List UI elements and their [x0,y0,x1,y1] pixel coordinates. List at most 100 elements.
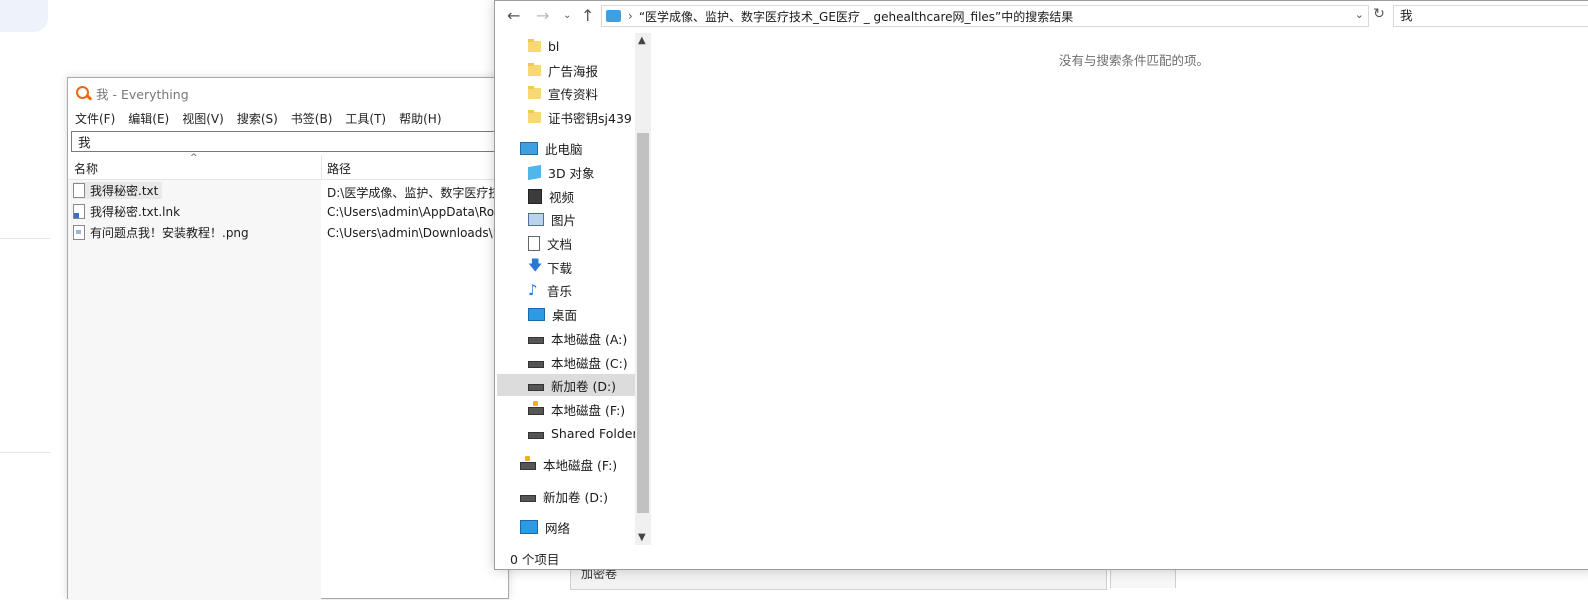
tree-item-this-pc[interactable]: 此电脑 [520,137,583,159]
locked-drive-icon [528,401,544,415]
tree-item-label: 广告海报 [548,63,599,79]
locked-drive-icon [520,456,536,470]
back-arrow-icon[interactable]: ← [507,6,520,25]
folder-icon [528,62,541,76]
tree-item-label: 文档 [547,236,573,252]
image-file-icon [73,225,85,240]
address-text: “医学成像、监护、数字医疗技术_GE医疗 _ gehealthcare网_fil… [638,9,1074,24]
tree-item-desktop[interactable]: 桌面 [528,303,577,325]
sort-ascending-icon: ^ [190,153,198,163]
result-row[interactable]: 我得秘密.txt D:\医学成像、监护、数字医疗技 [68,180,508,201]
tree-item-pictures[interactable]: 图片 [528,208,576,230]
everything-titlebar[interactable]: 我 - Everything [68,78,508,108]
result-name: 有问题点我！安装教程！.png [90,226,249,240]
menu-bookmarks[interactable]: 书签(B) [291,110,333,127]
explorer-window: ← → ⌄ ↑ › “医学成像、监护、数字医疗技术_GE医疗 _ gehealt… [494,0,1588,570]
tree-item-label: 本地磁盘 (A:) [551,331,628,347]
everything-search-input[interactable]: 我 [71,131,508,152]
explorer-search-value: 我 [1400,8,1413,23]
everything-search-value: 我 [78,135,91,150]
desktop-icon [528,307,545,321]
tree-item-music[interactable]: ♪ 音乐 [528,279,572,301]
column-header-path[interactable]: 路径 [327,160,351,177]
explorer-navbar: ← → ⌄ ↑ › “医学成像、监护、数字医疗技术_GE医疗 _ gehealt… [495,1,1588,31]
download-icon: 🡇 [528,258,543,274]
forward-arrow-icon[interactable]: → [536,6,549,25]
up-arrow-icon[interactable]: ↑ [581,6,594,25]
menu-search[interactable]: 搜索(S) [237,110,278,127]
tree-item-downloads[interactable]: 🡇 下载 [528,256,572,278]
scrollbar-thumb[interactable] [637,133,649,513]
tree-item-drive-f-root[interactable]: 本地磁盘 (F:) [520,453,617,475]
tree-item-label: 新加卷 (D:) [551,378,617,394]
tree-item-label: 此电脑 [545,141,583,157]
empty-results-message: 没有与搜索条件匹配的项。 [1059,53,1210,68]
tree-item-label: 本地磁盘 (F:) [551,402,626,418]
tree-item-drive-f[interactable]: 本地磁盘 (F:) [528,398,625,420]
tree-item-folder[interactable]: 证书密钥sj439 [528,106,632,128]
result-name: 我得秘密.txt [90,184,159,198]
navigation-scrollbar[interactable]: ▲ ▼ [635,33,651,545]
tree-item-label: 3D 对象 [548,165,595,181]
tree-item-label: 本地磁盘 (C:) [551,355,628,371]
menu-file[interactable]: 文件(F) [75,110,115,127]
shortcut-file-icon [73,204,85,219]
3d-objects-icon [528,164,541,180]
tree-item-3d-objects[interactable]: 3D 对象 [528,161,595,183]
menu-edit[interactable]: 编辑(E) [128,110,169,127]
tree-item-label: 视频 [549,189,575,205]
tree-item-folder[interactable]: 宣传资料 [528,82,598,104]
music-icon: ♪ [528,281,538,299]
result-row[interactable]: 我得秘密.txt.lnk C:\Users\admin\AppData\Roa [68,201,508,222]
drive-icon [528,383,544,391]
tree-item-label: 宣传资料 [548,86,599,102]
everything-window: 我 - Everything 文件(F) 编辑(E) 视图(V) 搜索(S) 书… [67,77,509,600]
tree-item-drive-d[interactable]: 新加卷 (D:) [497,374,635,396]
address-bar[interactable]: › “医学成像、监护、数字医疗技术_GE医疗 _ gehealthcare网_f… [601,5,1369,27]
drive-icon [528,336,544,344]
tree-item-label: 本地磁盘 (F:) [543,457,618,473]
tree-item-folder[interactable]: 广告海报 [528,59,598,81]
tree-item-folder[interactable]: bl [528,35,559,57]
tree-item-label: 音乐 [547,283,573,299]
scroll-up-icon[interactable]: ▲ [638,35,646,46]
tree-item-label: 桌面 [552,307,578,323]
breadcrumb-separator-icon[interactable]: › [628,9,633,23]
everything-menubar: 文件(F) 编辑(E) 视图(V) 搜索(S) 书签(B) 工具(T) 帮助(H… [68,108,508,128]
folder-icon [528,85,541,99]
address-dropdown-chevron-icon[interactable]: ⌄ [1355,8,1364,21]
tree-item-label: 证书密钥sj439 [548,110,632,126]
search-location-icon [606,10,621,22]
column-header-name[interactable]: 名称 [74,160,98,177]
documents-icon [528,235,540,251]
menu-help[interactable]: 帮助(H) [399,110,441,127]
tree-item-label: 下载 [547,260,573,276]
result-path: D:\医学成像、监护、数字医疗技 [327,186,501,200]
background-pill [0,0,48,32]
everything-title: 我 - Everything [96,86,189,102]
video-icon [528,188,542,204]
tree-item-shared-folders[interactable]: Shared Folders [528,422,635,444]
refresh-icon[interactable]: ↻ [1369,6,1389,26]
menu-view[interactable]: 视图(V) [182,110,224,127]
tree-item-drive-c[interactable]: 本地磁盘 (C:) [528,351,628,373]
tree-item-label: 网络 [545,520,571,536]
column-divider[interactable] [321,155,322,179]
results-list: 我得秘密.txt D:\医学成像、监护、数字医疗技 我得秘密.txt.lnk C… [68,180,508,600]
tree-item-network[interactable]: 网络 [520,516,570,538]
result-row[interactable]: 有问题点我！安装教程！.png C:\Users\admin\Downloads… [68,222,508,243]
explorer-search-input[interactable]: 我 [1393,5,1588,27]
folder-icon [528,109,541,123]
tree-item-drive-d-root[interactable]: 新加卷 (D:) [520,485,608,507]
tree-item-drive-a[interactable]: 本地磁盘 (A:) [528,327,627,349]
tree-item-videos[interactable]: 视频 [528,185,574,207]
recent-locations-chevron-icon[interactable]: ⌄ [563,10,571,21]
menu-tools[interactable]: 工具(T) [345,110,386,127]
tree-item-documents[interactable]: 文档 [528,232,572,254]
magnifier-icon [76,86,90,100]
text-file-icon [73,183,85,198]
system-drive-icon [528,360,544,368]
folder-icon [528,38,541,52]
results-header: ^ 名称 路径 [68,153,508,180]
scroll-down-icon[interactable]: ▼ [638,532,646,543]
